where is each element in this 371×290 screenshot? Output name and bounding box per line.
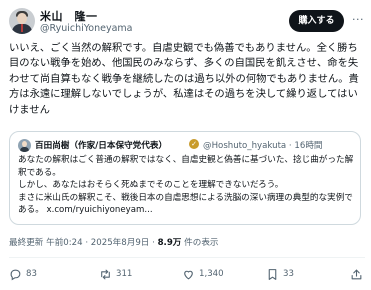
like-button[interactable]: 1,340 bbox=[182, 267, 224, 281]
reply-count: 83 bbox=[26, 269, 37, 279]
reply-button[interactable]: 83 bbox=[9, 267, 37, 281]
verified-badge-icon: ✓ bbox=[189, 139, 199, 149]
heart-icon bbox=[184, 270, 193, 279]
quoted-author-name: 百田尚樹（作家/日本保守党代表） bbox=[35, 141, 168, 151]
retweet-arrows-icon bbox=[101, 269, 110, 279]
like-count: 1,340 bbox=[199, 269, 224, 279]
share-button[interactable] bbox=[350, 267, 363, 281]
author-handle[interactable]: @RyuichiYoneyama bbox=[40, 23, 133, 34]
quoted-post[interactable]: 百田尚樹（作家/日本保守党代表） ✓ @Hoshuto_hyakuta · 16… bbox=[9, 131, 361, 225]
post-card: 米山 隆一 @RyuichiYoneyama 購入する ··· いいえ、ごく当然… bbox=[0, 0, 371, 290]
post-timestamp: 最終更新 午前0:24 · 2025年8月9日 · 8.9万 件の表示 bbox=[9, 236, 219, 248]
retweet-count: 311 bbox=[116, 269, 133, 279]
subscribe-button[interactable]: 購入する bbox=[289, 10, 344, 32]
quoted-post-text: あなたの解釈はごく普通の解釈ではなく、自虐史観と偽善に基づいた、捻じ曲がった解釈… bbox=[18, 155, 354, 216]
bookmark-icon bbox=[268, 268, 277, 280]
timestamp-text: 最終更新 午前0:24 · 2025年8月9日 · bbox=[9, 238, 158, 248]
quoted-author-avatar bbox=[18, 139, 31, 152]
retweet-button[interactable]: 311 bbox=[99, 267, 132, 281]
divider bbox=[9, 257, 365, 258]
more-options-icon[interactable]: ··· bbox=[352, 13, 364, 26]
author-name[interactable]: 米山 隆一 bbox=[40, 8, 98, 24]
bookmark-button[interactable]: 33 bbox=[266, 267, 294, 281]
speech-bubble-icon bbox=[10, 269, 21, 280]
share-upload-icon bbox=[351, 269, 362, 279]
quoted-author-handle: @Hoshuto_hyakuta · 16時間 bbox=[203, 141, 323, 151]
views-count: 8.9万 bbox=[157, 238, 182, 248]
post-text: いいえ、ごく当然の解釈です。自虐史観でも偽善でもありません。全く勝ち目のない戦争… bbox=[9, 42, 359, 116]
bookmark-count: 33 bbox=[283, 269, 294, 279]
author-avatar[interactable] bbox=[9, 8, 35, 34]
views-label: 件の表示 bbox=[181, 238, 219, 248]
